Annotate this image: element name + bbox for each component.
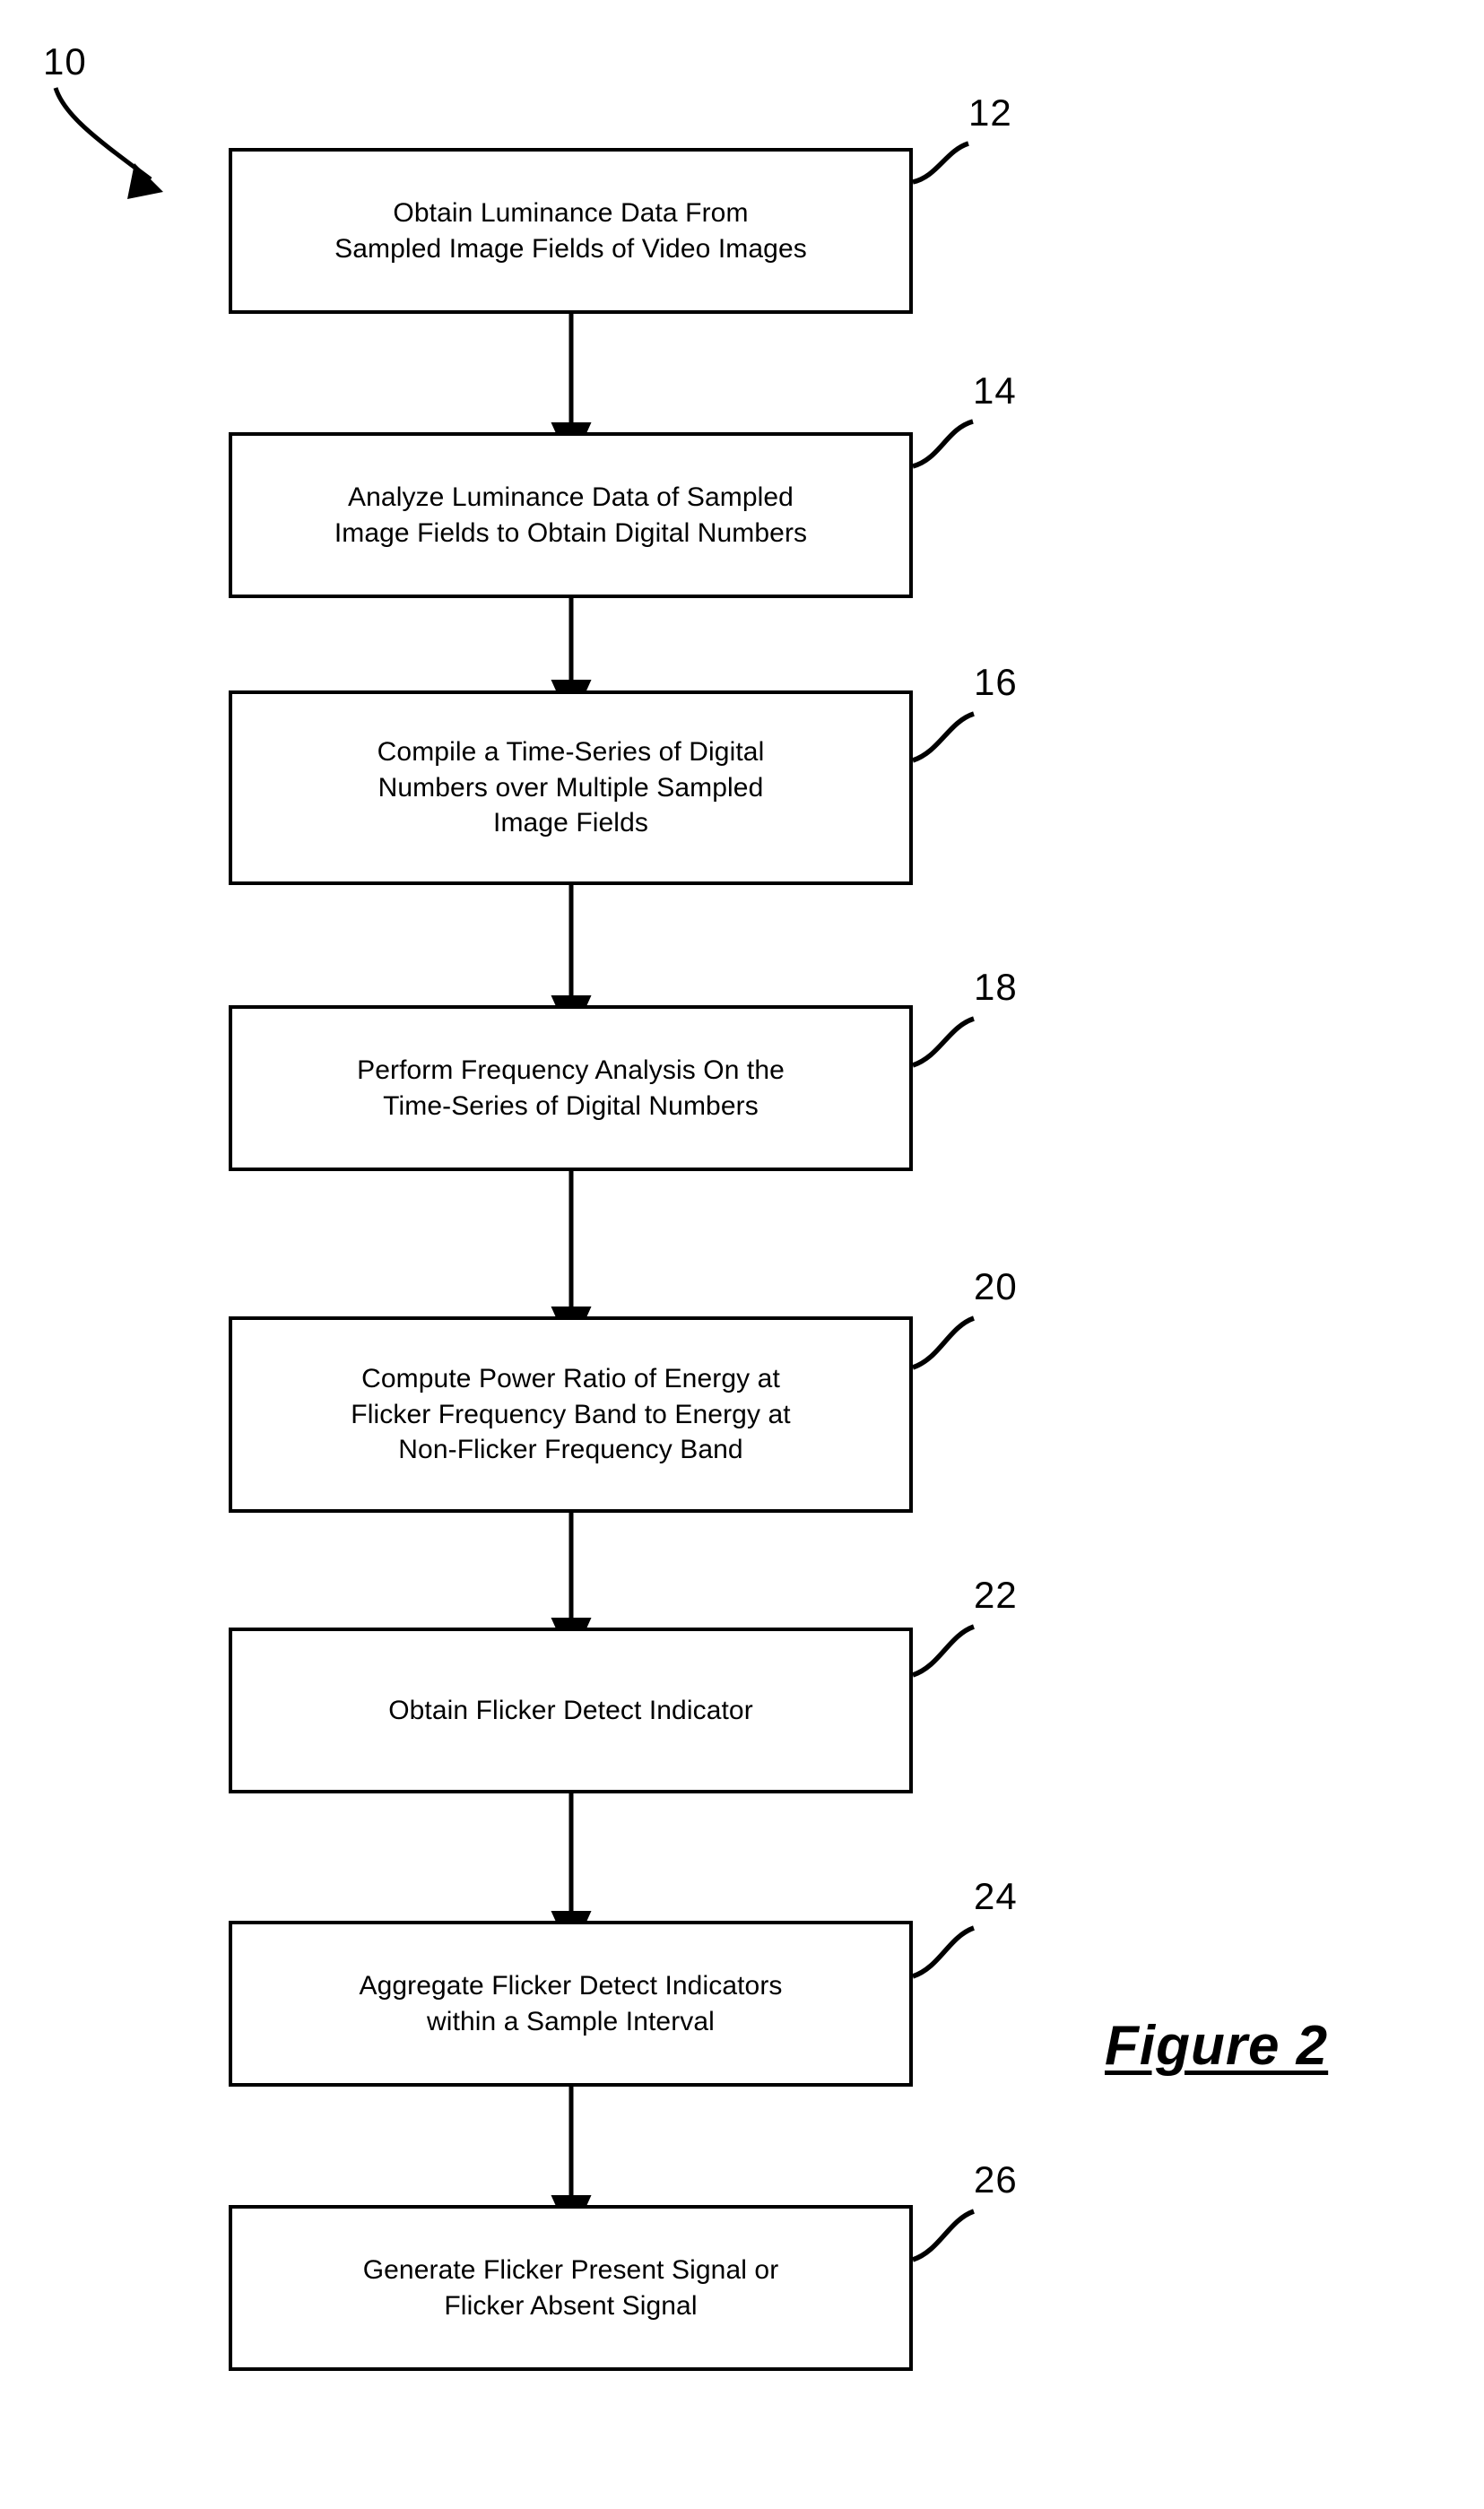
ref-numeral-22: 22 [974, 1574, 1018, 1616]
ref-numeral-26: 26 [974, 2158, 1018, 2201]
flow-step-box-26: Generate Flicker Present Signal or Flick… [229, 2205, 913, 2371]
leader-line-16 [911, 711, 975, 763]
leader-line-24 [911, 1925, 976, 1979]
diagram-connectors-overlay [53, 87, 976, 2262]
flow-step-text-18: Perform Frequency Analysis On the Time-S… [357, 1055, 785, 1121]
flow-step-box-18: Perform Frequency Analysis On the Time-S… [229, 1005, 913, 1171]
leader-line-14 [912, 419, 974, 469]
ref-numeral-18: 18 [974, 966, 1018, 1008]
ref-numeral-16: 16 [974, 661, 1018, 703]
flow-step-box-22: Obtain Flicker Detect Indicator [229, 1628, 913, 1793]
ref-numeral-14: 14 [973, 369, 1017, 412]
leader-line-26 [911, 2209, 976, 2262]
leader-line-20 [911, 1315, 976, 1370]
leader-line-18 [911, 1016, 975, 1068]
ref-numeral-10: 10 [43, 40, 87, 82]
flow-step-box-14: Analyze Luminance Data of Sampled Image … [229, 432, 913, 598]
flow-step-text-24: Aggregate Flicker Detect Indicators with… [359, 1970, 783, 2036]
flow-step-box-20: Compute Power Ratio of Energy at Flicker… [229, 1316, 913, 1513]
ref-numeral-20: 20 [974, 1265, 1018, 1307]
leader-line-22 [911, 1624, 976, 1678]
figure-caption: Figure 2 [1105, 2015, 1329, 2077]
flow-step-text-22: Obtain Flicker Detect Indicator [388, 1695, 753, 1725]
flow-step-text-20: Compute Power Ratio of Energy at Flicker… [351, 1363, 791, 1465]
patent-figure-page: 10 Obtain Luminance Data From Sampled Im… [0, 0, 1484, 2509]
flow-step-text-14: Analyze Luminance Data of Sampled Image … [334, 482, 808, 548]
flow-step-box-24: Aggregate Flicker Detect Indicators with… [229, 1921, 913, 2087]
flow-step-box-12: Obtain Luminance Data From Sampled Image… [229, 148, 913, 314]
leader-line-12 [912, 141, 969, 185]
diagram-leader-10 [53, 87, 163, 199]
ref-numeral-12: 12 [968, 91, 1012, 134]
flow-step-text-26: Generate Flicker Present Signal or Flick… [362, 2254, 779, 2321]
flow-step-text-12: Obtain Luminance Data From Sampled Image… [334, 197, 807, 264]
flow-step-box-16: Compile a Time-Series of Digital Numbers… [229, 690, 913, 885]
ref-numeral-24: 24 [974, 1875, 1018, 1917]
flow-step-text-16: Compile a Time-Series of Digital Numbers… [377, 736, 765, 838]
